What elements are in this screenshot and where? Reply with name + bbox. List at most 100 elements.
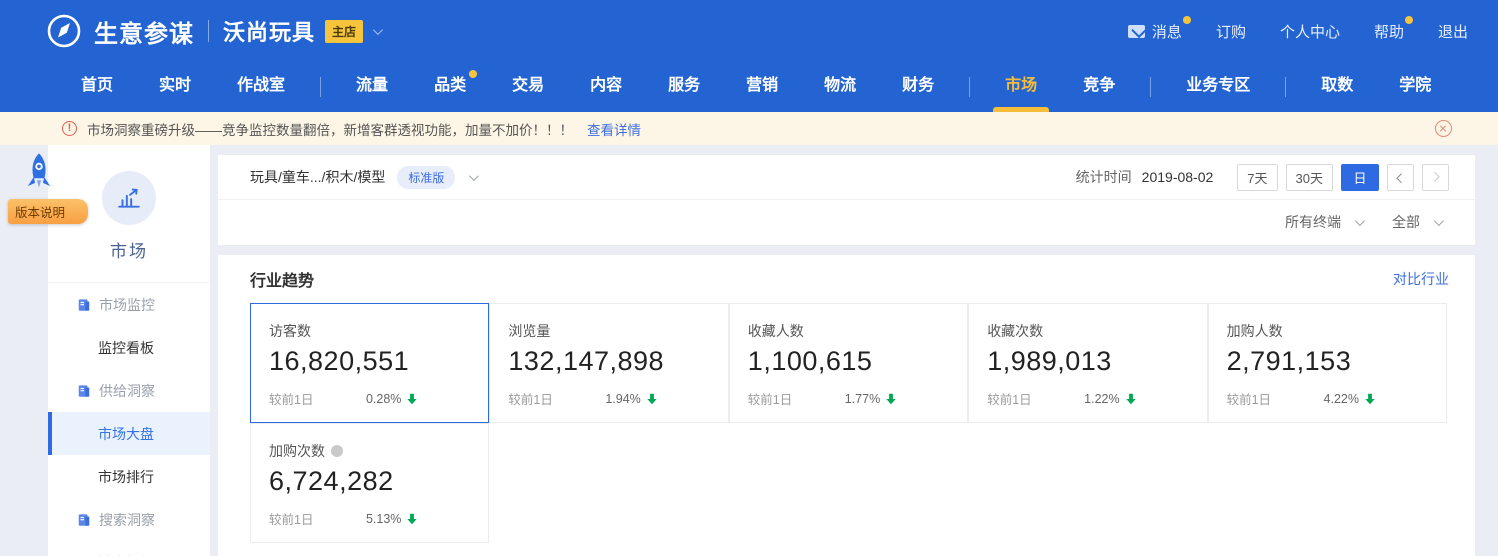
nav-realtime[interactable]: 实时 — [136, 62, 214, 112]
range-7d-button[interactable]: 7天 — [1237, 163, 1278, 191]
compass-logo-icon — [47, 14, 81, 48]
stat-time-label: 统计时间 — [1075, 169, 1132, 185]
nav-logistics[interactable]: 物流 — [801, 62, 879, 112]
alert-circle-icon: ! — [62, 121, 77, 136]
personal-center-link[interactable]: 个人中心 — [1280, 21, 1340, 42]
metric-card-cart-count[interactable]: 加购次数 6,724,282 较前1日 5.13% — [250, 423, 490, 543]
change-percent: 1.22% — [1084, 391, 1120, 406]
metric-card-visitors[interactable]: 访客数 16,820,551 较前1日 0.28% — [250, 303, 490, 423]
metric-card-pageviews[interactable]: 浏览量 132,147,898 较前1日 1.94% — [489, 303, 729, 423]
help-link[interactable]: 帮助 — [1373, 15, 1413, 42]
nav-business-zone[interactable]: 业务专区 — [1163, 62, 1273, 112]
version-note-tag[interactable]: 版本说明 — [8, 199, 88, 224]
trend-header: 行业趋势 对比行业 — [218, 255, 1475, 303]
envelope-icon — [1127, 24, 1145, 38]
nav-home[interactable]: 首页 — [58, 62, 136, 112]
nav-category-label: 品类 — [434, 77, 467, 94]
arrow-down-icon — [646, 393, 658, 405]
category-breadcrumb[interactable]: 玩具/童车.../积木/模型 — [250, 167, 385, 187]
sidebar-item-label: 搜索洞察 — [99, 511, 155, 528]
metric-card-favorites-count[interactable]: 收藏次数 1,989,013 较前1日 1.22% — [968, 303, 1208, 423]
nav-traffic[interactable]: 流量 — [333, 62, 411, 112]
arrow-down-icon — [1125, 393, 1137, 405]
next-day-button[interactable] — [1422, 163, 1449, 191]
nav-market-active[interactable]: 市场 — [982, 62, 1060, 112]
metric-label: 加购人数 — [1226, 323, 1283, 339]
info-icon[interactable] — [331, 445, 343, 457]
change-percent: 4.22% — [1323, 391, 1359, 406]
nav-category[interactable]: 品类 — [411, 62, 489, 112]
chevron-down-icon — [1354, 215, 1365, 226]
scope-dropdown[interactable]: 全部 — [1392, 212, 1444, 232]
chevron-down-icon[interactable] — [372, 24, 383, 35]
metric-value: 6,724,282 — [269, 466, 394, 496]
top-header: 生意参谋 沃尚玩具 主店 消息 订购 个人中心 帮助 退出 — [0, 0, 1498, 62]
metric-cards-grid: 访客数 16,820,551 较前1日 0.28% 浏览量 132,147,89… — [250, 303, 1447, 543]
sidebar-item-market-overview-active[interactable]: 市场大盘 — [48, 412, 210, 455]
nav-finance[interactable]: 财务 — [879, 62, 957, 112]
metric-value: 132,147,898 — [508, 346, 665, 376]
sidebar-item-market-ranking[interactable]: 市场排行 — [48, 455, 210, 498]
arrow-down-icon — [885, 393, 897, 405]
metric-label: 浏览量 — [508, 323, 551, 339]
nav-academy[interactable]: 学院 — [1376, 62, 1454, 112]
chevron-down-icon[interactable] — [469, 170, 480, 181]
notification-dot — [1182, 15, 1191, 24]
messages-link[interactable]: 消息 — [1127, 15, 1191, 42]
shop-name[interactable]: 沃尚玩具 — [223, 15, 315, 47]
change-percent: 5.13% — [365, 511, 402, 526]
empty-cell — [728, 423, 969, 543]
app-logo[interactable]: 生意参谋 — [46, 13, 194, 49]
metric-footer: 较前1日 1.94% — [508, 389, 727, 408]
nav-service[interactable]: 服务 — [645, 62, 723, 112]
metric-label: 加购次数 — [269, 441, 488, 461]
nav-war-room[interactable]: 作战室 — [214, 62, 308, 112]
range-day-button[interactable]: 日 — [1341, 163, 1379, 191]
nav-trade[interactable]: 交易 — [489, 62, 567, 112]
nav-marketing[interactable]: 营销 — [723, 62, 801, 112]
prev-day-button[interactable] — [1387, 163, 1414, 191]
sidebar-item-search-insight[interactable]: 搜索洞察 — [48, 498, 210, 541]
nav-divider — [969, 77, 971, 97]
subscribe-link[interactable]: 订购 — [1216, 21, 1246, 42]
nav-divider — [1150, 77, 1152, 97]
arrow-down-icon — [1364, 393, 1376, 405]
metric-value: 16,820,551 — [269, 346, 410, 376]
sidebar-item-market-monitor[interactable]: 市场监控 — [48, 283, 210, 326]
nav-competition[interactable]: 竞争 — [1060, 62, 1138, 112]
compare-industry-link[interactable]: 对比行业 — [1393, 269, 1449, 289]
close-icon[interactable] — [1435, 120, 1452, 137]
metric-value: 1,100,615 — [747, 346, 873, 376]
sidebar-item-label: 供给洞察 — [99, 382, 155, 399]
header-divider — [208, 20, 209, 42]
header-links: 消息 订购 个人中心 帮助 退出 — [1127, 15, 1468, 42]
logout-link[interactable]: 退出 — [1438, 21, 1468, 42]
terminal-row: 所有终端 全部 — [218, 200, 1475, 244]
chevron-down-icon — [1433, 215, 1444, 226]
sidebar-item-monitor-board[interactable]: 监控看板 — [48, 326, 210, 369]
sidebar-item-supply-insight[interactable]: 供给洞察 — [48, 369, 210, 412]
version-float[interactable]: 版本说明 — [8, 152, 88, 224]
metric-footer: 较前1日 4.22% — [1227, 389, 1446, 408]
terminal-dropdown[interactable]: 所有终端 — [1285, 212, 1365, 232]
report-icon — [78, 384, 90, 397]
nav-content[interactable]: 内容 — [567, 62, 645, 112]
industry-trend-panel: 行业趋势 对比行业 访客数 16,820,551 较前1日 0.28% 浏览量 … — [218, 255, 1475, 556]
market-module-icon[interactable] — [102, 171, 156, 225]
sidebar-item-search-ranking[interactable]: 搜索排行 — [48, 541, 210, 556]
nav-data-fetch[interactable]: 取数 — [1298, 62, 1376, 112]
metric-footer: 较前1日 5.13% — [269, 509, 488, 528]
compare-label: 较前1日 — [269, 393, 314, 407]
report-icon — [78, 298, 90, 311]
date-controls: 统计时间 2019-08-02 7天 30天 日 — [1075, 163, 1449, 191]
metric-footer: 较前1日 1.77% — [748, 389, 967, 408]
arrow-down-icon — [406, 513, 418, 525]
metric-card-cart-users[interactable]: 加购人数 2,791,153 较前1日 4.22% — [1207, 303, 1447, 423]
notice-detail-link[interactable]: 查看详情 — [587, 119, 641, 139]
scope-value: 全部 — [1392, 214, 1420, 230]
range-30d-button[interactable]: 30天 — [1285, 163, 1333, 191]
empty-cell — [489, 423, 729, 543]
arrow-down-icon — [406, 393, 418, 405]
metric-card-favorites-users[interactable]: 收藏人数 1,100,615 较前1日 1.77% — [728, 303, 969, 423]
help-label: 帮助 — [1373, 23, 1404, 41]
